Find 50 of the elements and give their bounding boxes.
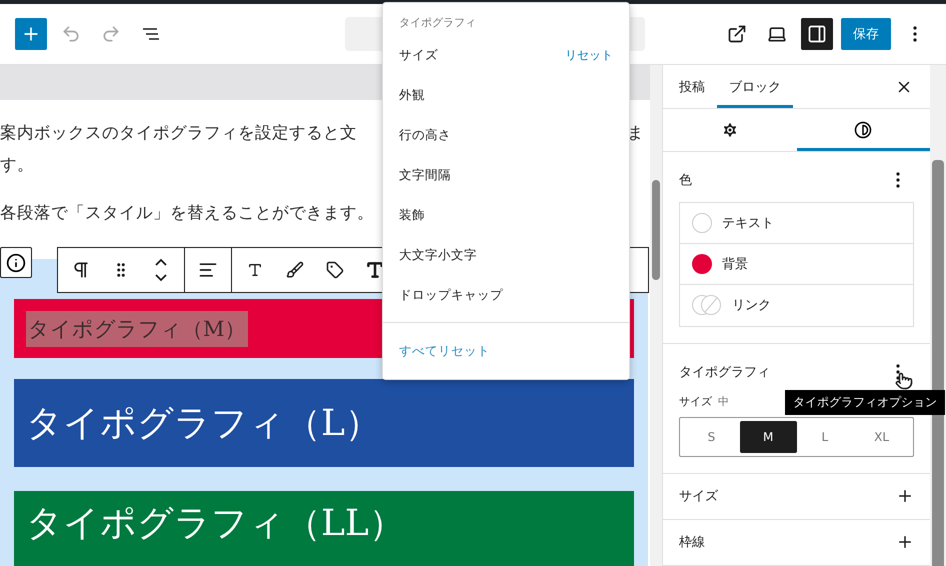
paragraph-text: 各段落で「スタイル」を替えることができます。 <box>0 202 374 224</box>
redo-icon <box>101 24 121 44</box>
add-block-button[interactable] <box>15 18 47 50</box>
letter-icon <box>365 260 385 280</box>
paragraph-text: す。 <box>0 154 34 176</box>
half-circle-icon <box>854 121 872 140</box>
more-icon <box>913 26 917 42</box>
heading-text: タイポグラフィ（M） <box>26 310 248 346</box>
external-link-icon <box>727 24 747 44</box>
paragraph-text: ま <box>627 122 644 144</box>
link-swatches-icon <box>692 295 722 316</box>
menu-item[interactable]: 装飾 <box>383 195 629 235</box>
letter-icon <box>247 262 263 278</box>
size-option[interactable]: S <box>683 420 740 453</box>
sidebar-tab[interactable]: 投稿 <box>667 65 717 108</box>
menu-item[interactable]: ドロップキャップ <box>383 275 629 315</box>
block-info-button[interactable] <box>0 247 32 278</box>
menu-item[interactable]: 外観 <box>383 75 629 115</box>
size-value: 中 <box>718 394 729 409</box>
info-icon <box>6 252 26 272</box>
section-title: タイポグラフィ <box>679 364 770 381</box>
size-option[interactable]: L <box>796 420 854 453</box>
heading-text: タイポグラフィ（LL） <box>26 502 405 546</box>
menu-item[interactable]: 文字間隔 <box>383 155 629 195</box>
menu-item[interactable]: 大文字小文字 <box>383 235 629 275</box>
size-label: サイズ <box>679 394 712 409</box>
tag-icon <box>326 261 344 279</box>
list-view-icon <box>141 26 161 42</box>
size-option[interactable]: XL <box>853 420 910 453</box>
undo-icon <box>61 24 81 44</box>
heading-text: タイポグラフィ（L） <box>26 402 381 446</box>
brush-icon <box>286 261 304 279</box>
tooltip: タイポグラフィオプション <box>785 390 945 415</box>
sidebar-icon <box>807 24 827 44</box>
chevrons-icon <box>153 256 169 284</box>
sidebar-tab[interactable]: ブロック <box>717 65 793 108</box>
menu-item[interactable]: 行の高さ <box>383 115 629 155</box>
section-title: 色 <box>679 172 692 189</box>
menu-item[interactable]: サイズ リセット <box>383 35 629 75</box>
save-button[interactable]: 保存 <box>841 18 891 50</box>
hand-cursor-icon <box>895 372 913 390</box>
more-icon <box>896 364 900 380</box>
menu-title: タイポグラフィ <box>398 15 477 31</box>
more-icon <box>896 172 900 188</box>
settings-button[interactable] <box>801 18 833 50</box>
paragraph-text: 案内ボックスのタイポグラフィを設定すると文 <box>0 122 357 144</box>
size-option[interactable]: M <box>740 420 796 453</box>
scrollbar[interactable] <box>650 65 662 566</box>
empty-swatch-icon <box>692 212 712 233</box>
reset-all-button[interactable]: すべてリセット <box>383 323 629 379</box>
